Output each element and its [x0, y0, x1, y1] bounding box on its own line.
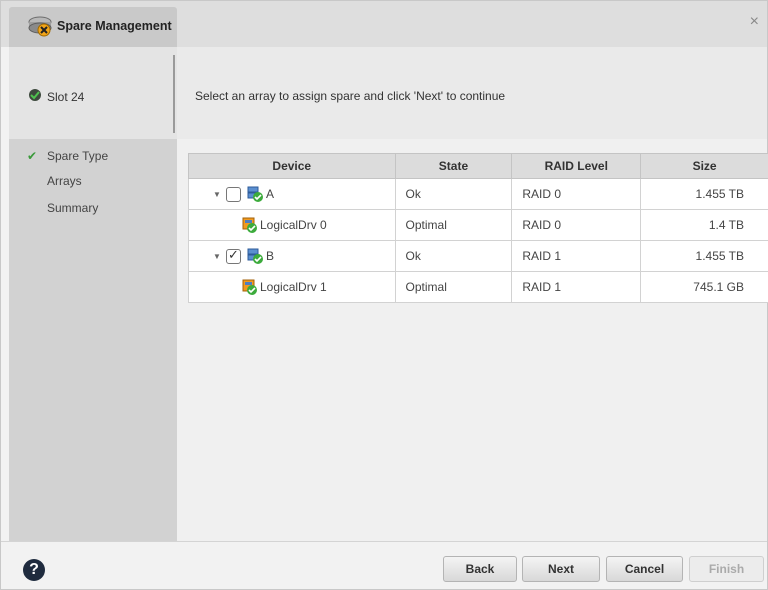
size-cell: 1.4 TB: [640, 209, 768, 241]
array-b-checkbox[interactable]: [226, 247, 241, 264]
spare-management-dialog: Spare Management × Slot 24 ✔ Spare Type …: [0, 0, 768, 590]
state-cell: Optimal: [394, 209, 513, 241]
help-icon[interactable]: ?: [23, 559, 45, 581]
column-header-size[interactable]: Size: [640, 153, 768, 179]
device-cell: LogicalDrv 1: [188, 271, 396, 303]
table-row-logicaldrv-1[interactable]: LogicalDrv 1 Optimal RAID 1 745.1 GB: [188, 271, 768, 303]
slot-divider: [173, 55, 175, 133]
size-cell: 1.455 TB: [640, 240, 768, 272]
device-cell: ▼ B: [188, 240, 396, 272]
raid-level-cell: RAID 0: [511, 209, 642, 241]
slot-label: Slot 24: [47, 90, 85, 104]
raid-level-cell: RAID 1: [511, 240, 642, 272]
array-table: Device State RAID Level Size ▼ A Ok RAID…: [188, 153, 768, 303]
device-cell: ▼ A: [188, 178, 396, 210]
state-cell: Ok: [394, 178, 513, 210]
size-cell: 1.455 TB: [640, 178, 768, 210]
device-name: A: [266, 187, 275, 201]
table-row-array-a[interactable]: ▼ A Ok RAID 0 1.455 TB: [188, 178, 768, 210]
device-name: B: [266, 249, 275, 263]
close-icon[interactable]: ×: [750, 13, 759, 31]
device-name: LogicalDrv 0: [260, 218, 327, 232]
table-header-row: Device State RAID Level Size: [188, 153, 768, 179]
main-panel: Select an array to assign spare and clic…: [177, 47, 768, 541]
step-arrays[interactable]: Arrays: [9, 174, 177, 196]
wizard-sidebar: Slot 24 ✔ Spare Type Arrays Summary: [9, 47, 177, 541]
slot-panel: Slot 24: [9, 47, 177, 139]
device-name: LogicalDrv 1: [260, 280, 327, 294]
logical-drive-icon: [242, 279, 257, 295]
expand-arrow-icon[interactable]: ▼: [213, 190, 221, 199]
next-button[interactable]: Next: [522, 556, 600, 582]
instructions-band: Select an array to assign spare and clic…: [177, 47, 767, 139]
dialog-footer: ? Back Next Cancel Finish: [1, 541, 767, 589]
step-label: Spare Type: [47, 149, 109, 163]
drive-slot-icon: [29, 89, 41, 101]
finish-button[interactable]: Finish: [689, 556, 764, 582]
column-header-device[interactable]: Device: [188, 153, 396, 179]
step-spare-type[interactable]: ✔ Spare Type: [9, 149, 177, 171]
back-button[interactable]: Back: [443, 556, 517, 582]
table-row-logicaldrv-0[interactable]: LogicalDrv 0 Optimal RAID 0 1.4 TB: [188, 209, 768, 241]
spare-drive-icon: [28, 16, 52, 37]
logical-drive-icon: [242, 217, 257, 233]
device-cell: LogicalDrv 0: [188, 209, 396, 241]
raid-level-cell: RAID 1: [511, 271, 642, 303]
instructions-text: Select an array to assign spare and clic…: [195, 89, 506, 103]
array-icon: [247, 186, 263, 202]
raid-level-cell: RAID 0: [511, 178, 642, 210]
step-label: Summary: [47, 201, 99, 215]
checkmark-icon: ✔: [27, 149, 38, 163]
cancel-button[interactable]: Cancel: [606, 556, 683, 582]
table-row-array-b[interactable]: ▼ B Ok RAID 1 1.455 TB: [188, 240, 768, 272]
title-bar: Spare Management ×: [1, 1, 767, 47]
step-label: Arrays: [47, 174, 82, 188]
expand-arrow-icon[interactable]: ▼: [213, 252, 221, 261]
state-cell: Ok: [394, 240, 513, 272]
column-header-state[interactable]: State: [394, 153, 513, 179]
column-header-raid-level[interactable]: RAID Level: [511, 153, 642, 179]
array-icon: [247, 248, 263, 264]
dialog-title: Spare Management: [57, 19, 172, 33]
state-cell: Optimal: [394, 271, 513, 303]
array-a-checkbox[interactable]: [226, 187, 241, 202]
size-cell: 745.1 GB: [640, 271, 768, 303]
step-summary[interactable]: Summary: [9, 201, 177, 223]
